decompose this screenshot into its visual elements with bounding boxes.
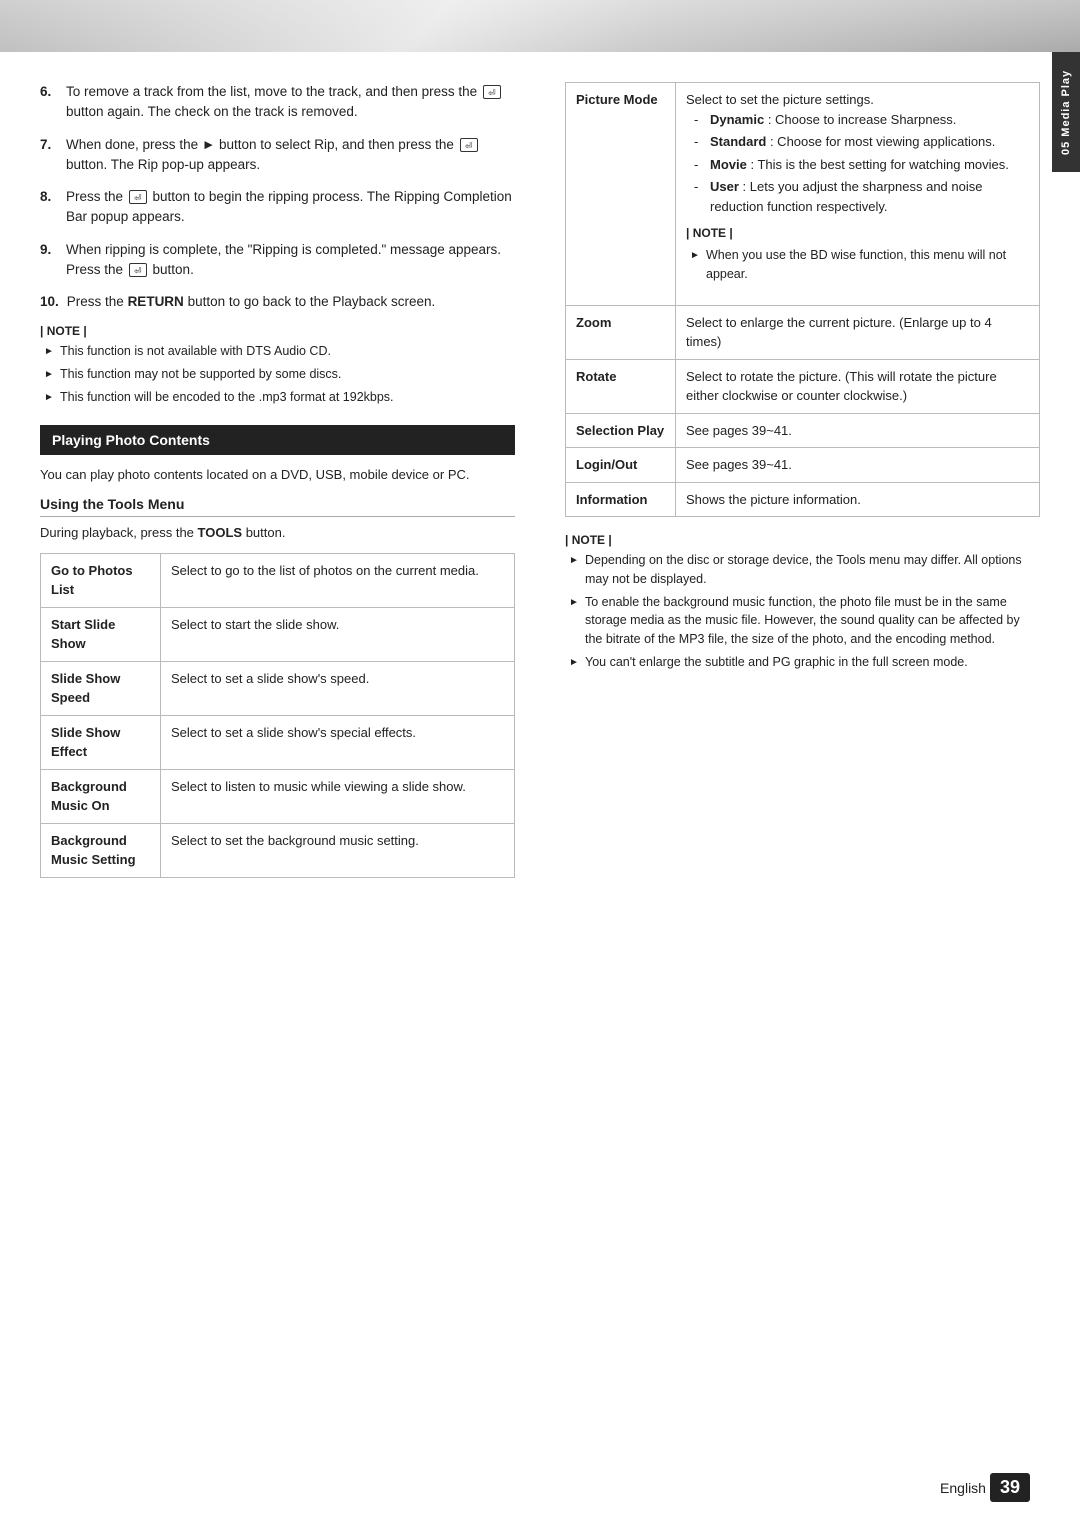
arrow-icon-r2: ► bbox=[569, 595, 579, 649]
item-number-9: 9. bbox=[40, 240, 58, 281]
item-number-7: 7. bbox=[40, 135, 58, 176]
item-content-10: Press the RETURN button to go back to th… bbox=[67, 292, 515, 312]
tool-desc-start-slideshow: Select to start the slide show. bbox=[161, 607, 515, 661]
picture-mode-label: Picture Mode bbox=[566, 83, 676, 306]
login-out-desc: See pages 39~41. bbox=[676, 448, 1040, 483]
item-content-6: To remove a track from the list, move to… bbox=[66, 82, 515, 123]
note-block-right: | NOTE | ► Depending on the disc or stor… bbox=[565, 533, 1040, 672]
note-item-2: ► This function may not be supported by … bbox=[40, 365, 515, 384]
tool-desc-goto-photos: Select to go to the list of photos on th… bbox=[161, 553, 515, 607]
left-column: 6. To remove a track from the list, move… bbox=[40, 82, 525, 894]
item-number-10: 10. bbox=[40, 292, 59, 312]
note-item-bd-wise: ► When you use the BD wise function, thi… bbox=[686, 246, 1029, 284]
numbered-item-10: 10. Press the RETURN button to go back t… bbox=[40, 292, 515, 312]
section-intro-photo: You can play photo contents located on a… bbox=[40, 465, 515, 485]
tool-desc-slideshow-speed: Select to set a slide show's speed. bbox=[161, 661, 515, 715]
arrow-icon-1: ► bbox=[44, 344, 54, 361]
dash-icon-4: - bbox=[694, 177, 704, 216]
login-out-label: Login/Out bbox=[566, 448, 676, 483]
tool-desc-bg-music-setting: Select to set the background music setti… bbox=[161, 823, 515, 877]
button-icon-return: ⏎ bbox=[483, 85, 501, 99]
table-row-login-out: Login/Out See pages 39~41. bbox=[566, 448, 1040, 483]
during-text: During playback, press the TOOLS button. bbox=[40, 523, 515, 543]
arrow-icon-r1: ► bbox=[569, 553, 579, 589]
numbered-item-9: 9. When ripping is complete, the "Rippin… bbox=[40, 240, 515, 281]
table-row-selection-play: Selection Play See pages 39~41. bbox=[566, 413, 1040, 448]
item-content-8: Press the ⏎ button to begin the ripping … bbox=[66, 187, 515, 228]
table-row-bg-music-on: Background Music On Select to listen to … bbox=[41, 769, 515, 823]
dash-movie: - Movie : This is the best setting for w… bbox=[686, 155, 1029, 175]
dash-icon-3: - bbox=[694, 155, 704, 175]
dash-icon-1: - bbox=[694, 110, 704, 130]
chapter-label: 05 Media Play bbox=[1060, 69, 1072, 154]
rotate-label: Rotate bbox=[566, 359, 676, 413]
subsection-tools-menu: Using the Tools Menu bbox=[40, 496, 515, 517]
dash-user: - User : Lets you adjust the sharpness a… bbox=[686, 177, 1029, 216]
button-icon-enter: ⏎ bbox=[460, 138, 478, 152]
item-content-9: When ripping is complete, the "Ripping i… bbox=[66, 240, 515, 281]
arrow-icon-bd: ► bbox=[690, 248, 700, 284]
page-footer: English 39 bbox=[940, 1473, 1030, 1502]
arrow-icon-r3: ► bbox=[569, 655, 579, 672]
dash-icon-2: - bbox=[694, 132, 704, 152]
tool-label-start-slideshow: Start Slide Show bbox=[41, 607, 161, 661]
dash-dynamic: - Dynamic : Choose to increase Sharpness… bbox=[686, 110, 1029, 130]
numbered-item-6: 6. To remove a track from the list, move… bbox=[40, 82, 515, 123]
zoom-label: Zoom bbox=[566, 305, 676, 359]
selection-play-desc: See pages 39~41. bbox=[676, 413, 1040, 448]
tool-label-slideshow-effect: Slide Show Effect bbox=[41, 715, 161, 769]
table-row-bg-music-setting: Background Music Setting Select to set t… bbox=[41, 823, 515, 877]
information-label: Information bbox=[566, 482, 676, 517]
tool-desc-slideshow-effect: Select to set a slide show's special eff… bbox=[161, 715, 515, 769]
tool-label-goto-photos: Go to Photos List bbox=[41, 553, 161, 607]
section-heading-photo: Playing Photo Contents bbox=[40, 425, 515, 455]
tool-label-slideshow-speed: Slide Show Speed bbox=[41, 661, 161, 715]
table-row-slideshow-speed: Slide Show Speed Select to set a slide s… bbox=[41, 661, 515, 715]
note-item-bg-music-function: ► To enable the background music functio… bbox=[565, 593, 1040, 649]
information-desc: Shows the picture information. bbox=[676, 482, 1040, 517]
button-icon-enter2: ⏎ bbox=[129, 190, 147, 204]
item-number-6: 6. bbox=[40, 82, 58, 123]
note-label-picture-mode: | NOTE | bbox=[686, 224, 1029, 242]
table-row-picture-mode: Picture Mode Select to set the picture s… bbox=[566, 83, 1040, 306]
item-number-8: 8. bbox=[40, 187, 58, 228]
table-row-rotate: Rotate Select to rotate the picture. (Th… bbox=[566, 359, 1040, 413]
tool-desc-bg-music-on: Select to listen to music while viewing … bbox=[161, 769, 515, 823]
chapter-tab: 05 Media Play bbox=[1052, 52, 1080, 172]
numbered-item-8: 8. Press the ⏎ button to begin the rippi… bbox=[40, 187, 515, 228]
arrow-icon-2: ► bbox=[44, 367, 54, 384]
right-column: Picture Mode Select to set the picture s… bbox=[555, 82, 1040, 894]
top-decorative-bar bbox=[0, 0, 1080, 52]
english-label: English bbox=[940, 1480, 986, 1496]
note-item-tools-differ: ► Depending on the disc or storage devic… bbox=[565, 551, 1040, 589]
page-number: 39 bbox=[990, 1473, 1030, 1502]
table-row-goto-photos: Go to Photos List Select to go to the li… bbox=[41, 553, 515, 607]
table-row-start-slideshow: Start Slide Show Select to start the sli… bbox=[41, 607, 515, 661]
item-content-7: When done, press the ► button to select … bbox=[66, 135, 515, 176]
note-block-ripping: | NOTE | ► This function is not availabl… bbox=[40, 324, 515, 406]
selection-play-label: Selection Play bbox=[566, 413, 676, 448]
rotate-desc: Select to rotate the picture. (This will… bbox=[676, 359, 1040, 413]
arrow-icon-3: ► bbox=[44, 390, 54, 407]
note-block-picture-mode: | NOTE | ► When you use the BD wise func… bbox=[686, 224, 1029, 284]
zoom-desc: Select to enlarge the current picture. (… bbox=[676, 305, 1040, 359]
tool-label-bg-music-on: Background Music On bbox=[41, 769, 161, 823]
picture-mode-desc: Select to set the picture settings. - Dy… bbox=[676, 83, 1040, 306]
table-row-information: Information Shows the picture informatio… bbox=[566, 482, 1040, 517]
table-row-slideshow-effect: Slide Show Effect Select to set a slide … bbox=[41, 715, 515, 769]
note-item-3: ► This function will be encoded to the .… bbox=[40, 388, 515, 407]
note-item-subtitle: ► You can't enlarge the subtitle and PG … bbox=[565, 653, 1040, 672]
button-icon-enter3: ⏎ bbox=[129, 263, 147, 277]
tools-menu-table: Go to Photos List Select to go to the li… bbox=[40, 553, 515, 878]
note-label-right: | NOTE | bbox=[565, 533, 1040, 547]
picture-mode-table: Picture Mode Select to set the picture s… bbox=[565, 82, 1040, 517]
numbered-item-7: 7. When done, press the ► button to sele… bbox=[40, 135, 515, 176]
note-item-1: ► This function is not available with DT… bbox=[40, 342, 515, 361]
tool-label-bg-music-setting: Background Music Setting bbox=[41, 823, 161, 877]
table-row-zoom: Zoom Select to enlarge the current pictu… bbox=[566, 305, 1040, 359]
note-label-ripping: | NOTE | bbox=[40, 324, 515, 338]
dash-standard: - Standard : Choose for most viewing app… bbox=[686, 132, 1029, 152]
